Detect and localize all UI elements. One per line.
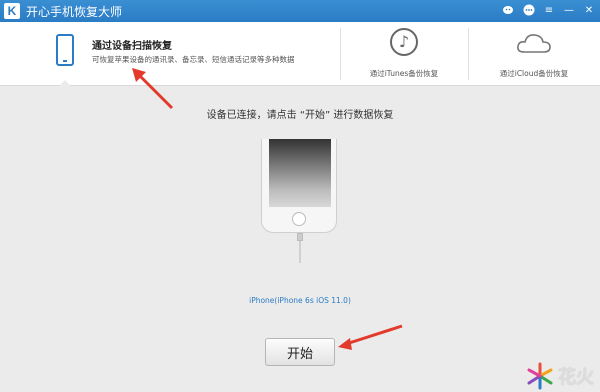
mode-bar: 通过设备扫描恢复 可恢复苹果设备的通讯录、备忘录、短信通话记录等多种数据 ♪ 通… [0,22,600,87]
mode-itunes-backup[interactable]: ♪ 通过iTunes备份恢复 [340,22,468,86]
start-button[interactable]: 开始 [265,338,335,366]
phone-icon [56,34,74,66]
app-title: 开心手机恢复大师 [26,4,123,19]
device-illustration [261,139,337,233]
cloud-icon [517,34,551,53]
instruction-text: 设备已连接，请点击 “开始” 进行数据恢复 [206,110,394,121]
mode-scan-title: 通过设备扫描恢复 [92,41,172,52]
mode-scan-desc: 可恢复苹果设备的通讯录、备忘录、短信通话记录等多种数据 [92,55,295,64]
close-icon[interactable]: ✕ [582,3,596,17]
watermark-text: 花火 [558,367,594,388]
device-name: iPhone(iPhone 6s iOS 11.0) [249,296,351,305]
title-bar: K 开心手机恢复大师 ≡ — ✕ [0,0,600,22]
cable-connector [297,233,303,241]
app-logo: K [4,3,20,19]
window-controls: ≡ — ✕ [502,3,596,17]
feedback-icon[interactable] [522,3,536,17]
mode-device-scan[interactable]: 通过设备扫描恢复 可恢复苹果设备的通讯录、备忘录、短信通话记录等多种数据 [0,22,340,87]
wechat-icon[interactable] [502,3,516,17]
minimize-icon[interactable]: — [562,3,576,17]
watermark: 花火 [526,362,594,390]
watermark-logo-icon [527,362,553,390]
cable [299,241,301,263]
home-button-icon [292,212,306,226]
music-note-icon: ♪ [390,28,418,56]
mode-icloud-label: 通过iCloud备份恢复 [499,69,569,78]
mode-icloud-backup[interactable]: 通过iCloud备份恢复 [468,22,600,86]
menu-icon[interactable]: ≡ [542,3,556,17]
annotation-arrow-bottom [345,324,403,346]
active-tab-caret [58,80,72,87]
device-screen [269,139,331,207]
mode-itunes-label: 通过iTunes备份恢复 [369,69,439,78]
